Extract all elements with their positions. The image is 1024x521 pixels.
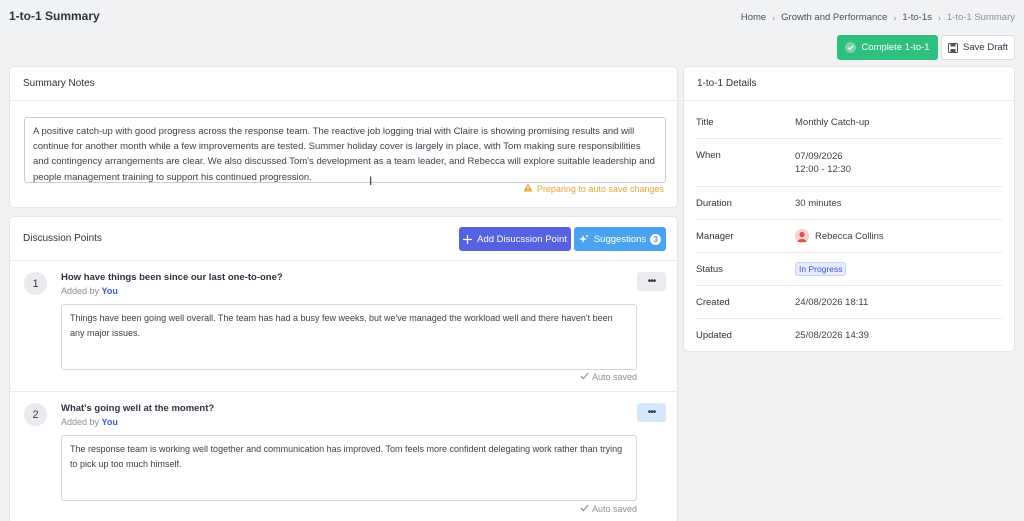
breadcrumb: Home › Growth and Performance › 1-to-1s … (741, 12, 1015, 23)
save-draft-label: Save Draft (963, 42, 1008, 53)
check-circle-icon (845, 42, 857, 53)
save-draft-button[interactable]: Save Draft (941, 35, 1015, 60)
details-row-created: Created 24/08/2026 18:11 (696, 286, 1002, 319)
discussion-points-card: Discussion Points Add Disucssion Point S… (9, 216, 678, 521)
add-discussion-point-button[interactable]: Add Disucssion Point (459, 227, 571, 251)
added-by-user: You (101, 417, 118, 427)
details-value: In Progress (795, 262, 847, 276)
point-number: 1 (24, 272, 47, 295)
sparkle-icon (578, 234, 589, 244)
details-value: 07/09/2026 12:00 - 12:30 (795, 150, 851, 176)
text-cursor-icon: I (369, 174, 373, 188)
suggestions-button[interactable]: Suggestions 3 (574, 227, 666, 251)
details-value: 30 minutes (795, 197, 842, 209)
when-time: 12:00 - 12:30 (795, 164, 851, 175)
details-card: 1-to-1 Details Title Monthly Catch-up Wh… (683, 66, 1015, 352)
point-number: 2 (24, 403, 47, 426)
warning-icon (523, 183, 533, 194)
details-value: 25/08/2026 14:39 (795, 330, 869, 341)
details-label: When (696, 150, 721, 161)
auto-saved-status: Auto saved (580, 372, 637, 382)
details-row-when: When 07/09/2026 12:00 - 12:30 (696, 139, 1002, 187)
auto-saved-text: Auto saved (591, 372, 637, 382)
details-value: 24/08/2026 18:11 (795, 296, 869, 308)
added-by-prefix: Added by (61, 417, 100, 427)
check-icon (580, 372, 589, 382)
details-label: Duration (696, 197, 732, 209)
details-row-updated: Updated 25/08/2026 14:39 (696, 319, 1002, 352)
complete-label: Complete 1-to-1 (861, 42, 930, 53)
add-discussion-point-label: Add Disucssion Point (477, 233, 567, 245)
details-label: Updated (696, 330, 732, 341)
complete-button[interactable]: Complete 1-to-1 (837, 35, 938, 60)
details-label: Manager (696, 230, 734, 242)
summary-notes-textarea[interactable]: A positive catch-up with good progress a… (24, 117, 666, 183)
auto-saved-text: Auto saved (591, 504, 637, 514)
autosave-warning-text: Preparing to auto save changes (536, 183, 664, 194)
chevron-right-icon: › (772, 12, 776, 23)
check-icon (580, 504, 589, 514)
more-options-button[interactable]: ••• (637, 272, 666, 291)
suggestions-label: Suggestions (593, 233, 647, 245)
point-question: How have things been since our last one-… (61, 272, 283, 283)
details-value: Rebecca Collins (795, 229, 884, 243)
point-added-by: Added by You (61, 286, 118, 296)
point-answer-textarea[interactable]: Things have been going well overall. The… (61, 304, 637, 370)
chevron-right-icon: › (893, 12, 897, 23)
details-row-manager: Manager Rebecca Collins (696, 220, 1002, 253)
details-row-duration: Duration 30 minutes (696, 187, 1002, 220)
added-by-user: You (101, 286, 118, 296)
details-label: Created (696, 296, 730, 308)
details-label: Title (696, 116, 714, 128)
details-row-status: Status In Progress (696, 253, 1002, 286)
chevron-right-icon: › (937, 12, 941, 23)
added-by-prefix: Added by (61, 286, 100, 296)
manager-name: Rebecca Collins (815, 230, 884, 242)
details-label: Status (696, 263, 723, 275)
when-date: 07/09/2026 (795, 151, 843, 162)
point-added-by: Added by You (61, 417, 118, 427)
breadcrumb-home[interactable]: Home (741, 12, 766, 23)
details-value: Monthly Catch-up (795, 116, 870, 128)
point-answer-textarea[interactable]: The response team is working well togeth… (61, 435, 637, 501)
autosave-warning: Preparing to auto save changes (523, 183, 664, 194)
breadcrumb-one-to-ones[interactable]: 1-to-1s (902, 12, 932, 23)
plus-icon (463, 234, 473, 244)
auto-saved-status: Auto saved (580, 504, 637, 514)
suggestions-count-badge: 3 (650, 233, 662, 245)
page-title: 1-to-1 Summary (9, 9, 100, 23)
status-badge: In Progress (795, 262, 847, 276)
details-row-title: Title Monthly Catch-up (696, 106, 1002, 139)
details-header: 1-to-1 Details (684, 67, 1014, 101)
discussion-point: 1 How have things been since our last on… (10, 262, 677, 392)
breadcrumb-growth[interactable]: Growth and Performance (781, 12, 887, 23)
point-question: What's going well at the moment? (61, 403, 215, 414)
save-icon (948, 42, 959, 53)
discussion-point: 2 What's going well at the moment? Added… (10, 393, 677, 521)
summary-notes-header: Summary Notes (10, 67, 677, 101)
avatar (795, 229, 809, 243)
more-options-button[interactable]: ••• (637, 403, 666, 422)
breadcrumb-current: 1-to-1 Summary (946, 12, 1015, 23)
summary-notes-card: Summary Notes A positive catch-up with g… (9, 66, 678, 208)
